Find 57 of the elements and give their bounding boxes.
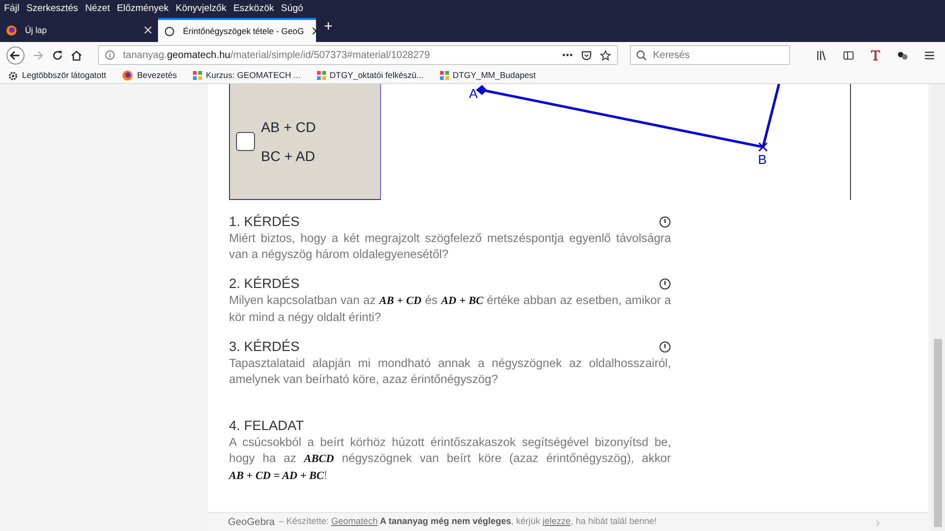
task-text: A csúcsokból a beírt körhöz húzott érintőszakaszok segítségével bizonyítsd be, hogy ha az ABCD négyszögnek van beírt köre (azaz érintőnégyszög), akkor AB + CD = AD + BC!: [229, 434, 671, 484]
info-icon[interactable]: [659, 340, 671, 352]
footer-text: – Készítette: Geomatech A tananyag még nem végleges, kérjük jelezze, ha hibát talál benne!: [278, 515, 657, 528]
checkbox-label: BC + AD: [261, 146, 316, 166]
menu-item[interactable]: Szerkesztés: [26, 2, 78, 16]
question-text: Miért biztos, hogy a két megrajzolt szögfelező metszéspontja egyenlő távolságra van a négyszög három oldalegyenesétől?: [229, 230, 671, 262]
footer-link[interactable]: jelezze: [542, 516, 571, 526]
bookmark[interactable]: Legtöbbször látogatott: [22, 69, 106, 82]
grid-icon: [192, 71, 202, 80]
new-tab-button[interactable]: +: [324, 16, 333, 38]
loading-icon: [164, 26, 175, 36]
menu-item[interactable]: Fájl: [4, 2, 20, 16]
star-icon[interactable]: [600, 50, 611, 60]
point-label: A: [469, 86, 478, 101]
serif-letter-icon[interactable]: [870, 49, 881, 61]
close-icon[interactable]: [312, 27, 320, 35]
section-heading: 2. KÉRDÉS: [229, 275, 300, 292]
gear-icon: [8, 70, 18, 80]
checkbox[interactable]: [236, 132, 255, 151]
menu-icon[interactable]: [924, 50, 935, 60]
bookmark[interactable]: Kurzus: GEOMATECH ...: [206, 69, 301, 82]
browser-tab[interactable]: Új lap: [0, 18, 158, 42]
menu-item[interactable]: Előzmények: [116, 2, 169, 16]
browser-logo-icon: [6, 24, 17, 36]
menu-item[interactable]: Súgó: [281, 2, 304, 16]
reload-icon[interactable]: [52, 50, 63, 60]
bookmark[interactable]: Bevezetés: [137, 69, 177, 82]
address-bar[interactable]: tananyag.geomatech.hu/material/simple/id/507373#material/1028279: [98, 45, 618, 65]
pocket-icon[interactable]: [581, 50, 592, 60]
geogebra-logo: GeoGebra: [228, 516, 275, 530]
checkbox-label: AB + CD: [261, 118, 316, 136]
sidebar-icon[interactable]: [843, 50, 854, 60]
home-icon[interactable]: [71, 50, 82, 60]
point-label: B: [758, 152, 767, 167]
section-heading: 1. KÉRDÉS: [229, 213, 300, 230]
bookmark[interactable]: DTGY_MM_Budapest: [452, 69, 536, 82]
extension-icon[interactable]: [897, 50, 908, 60]
info-icon: [105, 50, 115, 60]
bookmark[interactable]: DTGY_oktatói felkészü...: [330, 69, 424, 82]
library-icon[interactable]: [816, 50, 827, 60]
grid-icon: [316, 71, 326, 80]
menu-item[interactable]: Könyvjelzők: [176, 2, 226, 16]
footer-link[interactable]: Geomatech: [331, 516, 378, 526]
search-field[interactable]: Keresés: [630, 45, 790, 65]
menu-item[interactable]: Nézet: [85, 2, 110, 16]
menu-item[interactable]: Eszközök: [233, 2, 274, 16]
grid-icon: [440, 71, 449, 80]
question-text: Tapasztalataid alapján mi mondható annak a négyszögnek az oldalhosszairól, amelynek van beírható köre, azaz érintőnégyszög?: [229, 355, 671, 387]
search-icon: [636, 50, 647, 61]
info-icon[interactable]: [659, 278, 671, 290]
info-icon[interactable]: [659, 216, 671, 228]
section-heading: 3. KÉRDÉS: [229, 338, 300, 355]
question-text: Milyen kapcsolatban van az AB + CD és AD + BC értéke abban az esetben, amikor a kör mind a négy oldalt érinti?: [229, 292, 671, 325]
section-heading: 4. FELADAT: [229, 417, 304, 434]
more-icon[interactable]: [562, 53, 573, 57]
browser-logo-icon: [122, 70, 134, 81]
back-icon[interactable]: [6, 46, 25, 64]
